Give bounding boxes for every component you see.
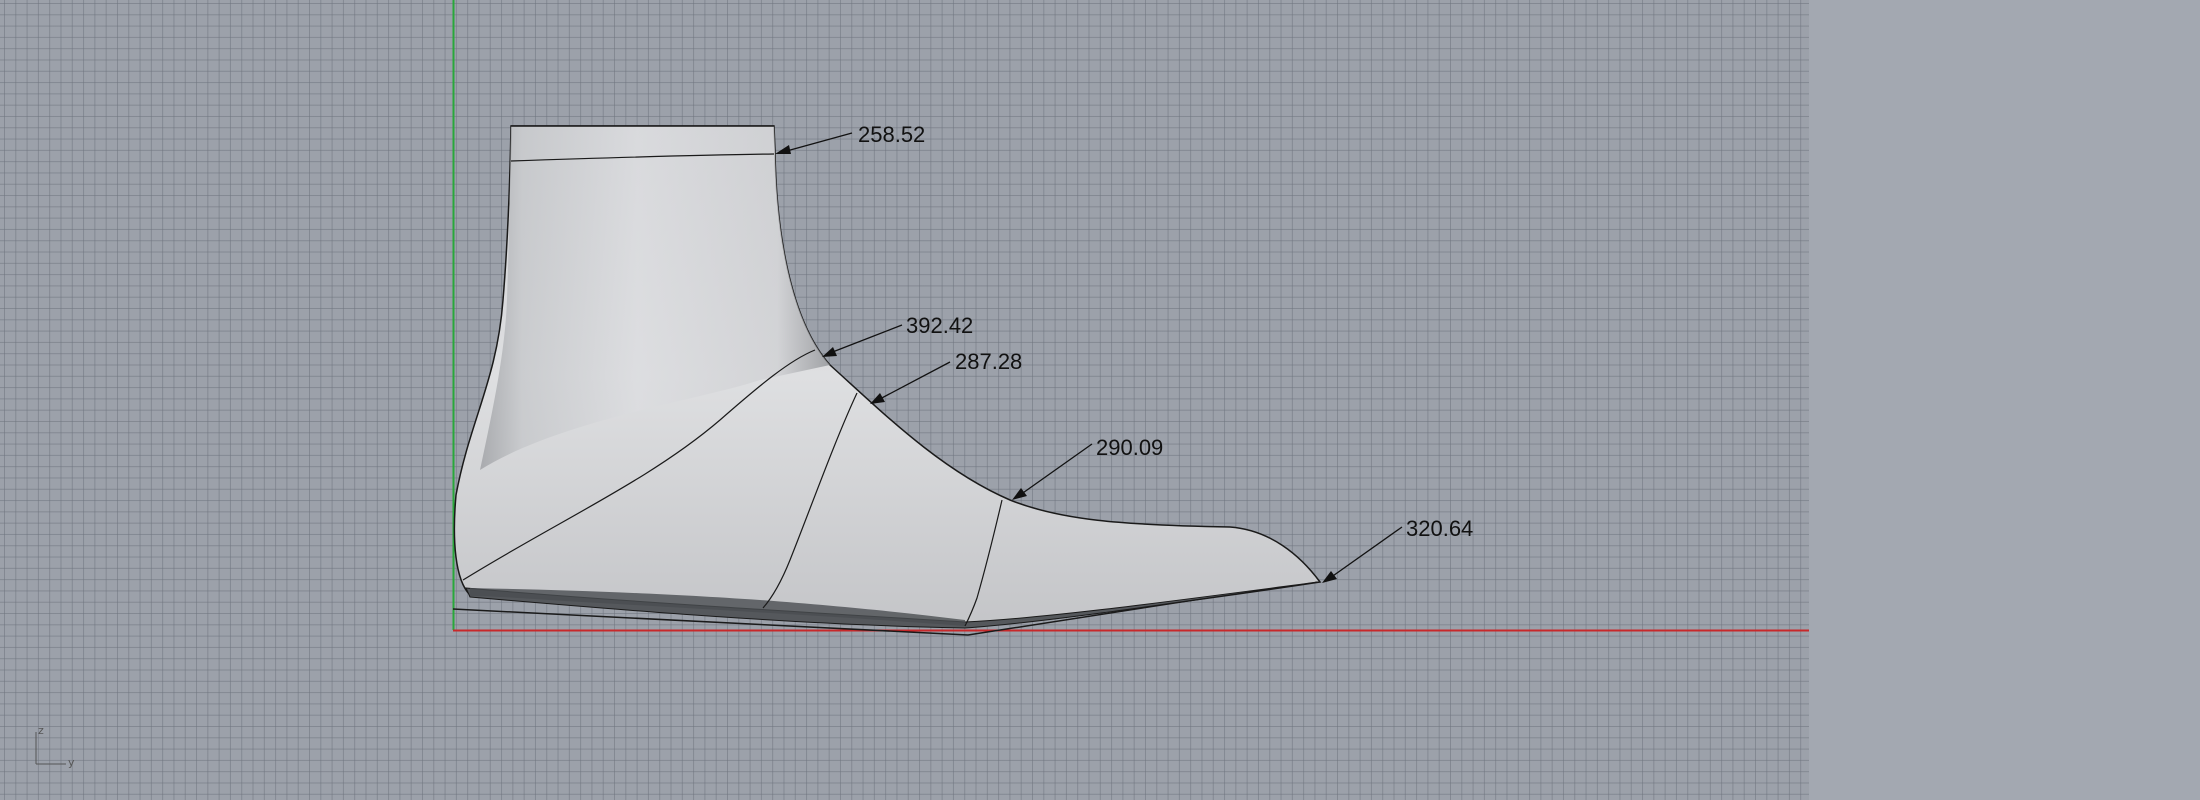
dimension-label-instep[interactable]: 287.28 bbox=[955, 351, 1022, 373]
scene-canvas[interactable] bbox=[0, 0, 1809, 800]
right-viewport[interactable]: 258.52 392.42 287.28 290.09 320.64 z y bbox=[0, 0, 1809, 800]
dimension-label-toe[interactable]: 320.64 bbox=[1406, 518, 1473, 540]
axis-indicator-icon bbox=[35, 732, 66, 765]
axis-label-y: y bbox=[68, 756, 75, 769]
dimension-leader-instep bbox=[870, 361, 951, 404]
axis-indicator: z y bbox=[28, 724, 88, 774]
dimension-label-top-opening[interactable]: 258.52 bbox=[858, 124, 925, 146]
dimension-leader-toe bbox=[1322, 526, 1403, 583]
side-panel bbox=[1809, 0, 2200, 800]
cad-application: 258.52 392.42 287.28 290.09 320.64 z y bbox=[0, 0, 2200, 800]
axis-label-z: z bbox=[38, 724, 44, 737]
dimension-label-ankle[interactable]: 392.42 bbox=[906, 315, 973, 337]
dimension-leader-top-opening bbox=[775, 132, 853, 154]
dimension-leader-ankle bbox=[822, 324, 903, 357]
dimension-leader-ball bbox=[1012, 443, 1093, 500]
dimension-label-ball[interactable]: 290.09 bbox=[1096, 437, 1163, 459]
